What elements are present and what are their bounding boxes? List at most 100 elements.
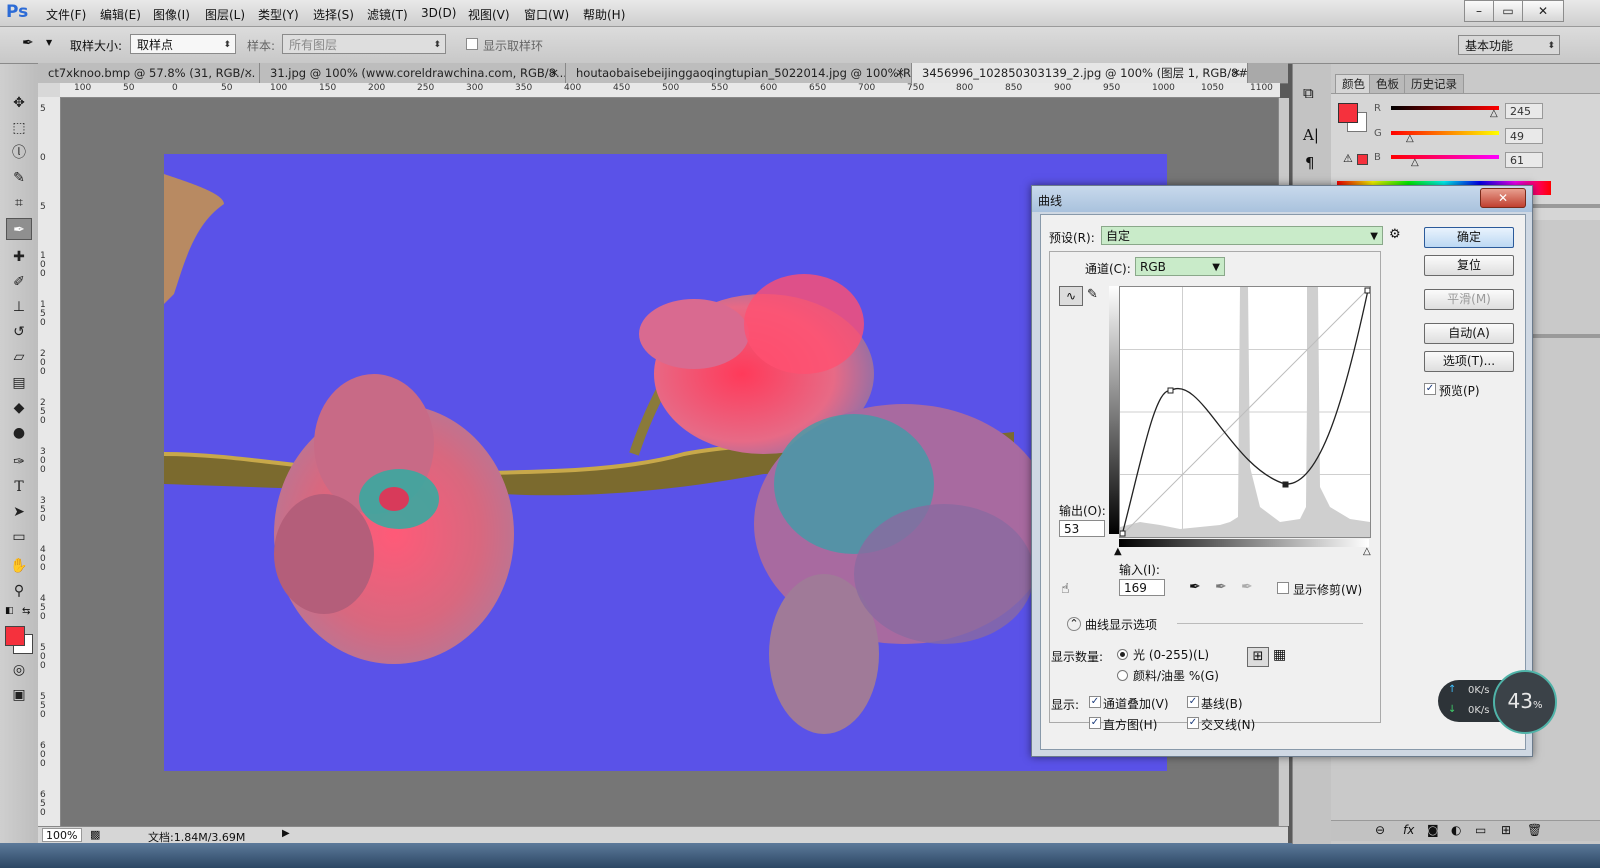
healing-brush-tool-icon[interactable]: ✚ <box>6 246 32 268</box>
g-field[interactable]: 49 <box>1505 128 1543 144</box>
white-point-slider-icon[interactable]: △ <box>1363 546 1371 557</box>
new-layer-icon[interactable]: ⊞ <box>1501 823 1511 837</box>
zoom-tool-icon[interactable]: ⚲ <box>6 580 32 602</box>
eraser-tool-icon[interactable]: ▱ <box>6 346 32 368</box>
tab-close-icon[interactable]: × <box>550 63 559 83</box>
warning-icon[interactable]: ⚠ <box>1343 152 1353 165</box>
show-ring-checkbox[interactable] <box>466 38 478 50</box>
r-field[interactable]: 245 <box>1505 103 1543 119</box>
quick-select-tool-icon[interactable]: ✎ <box>6 167 32 189</box>
stamp-tool-icon[interactable]: ⊥ <box>6 296 32 318</box>
panel-fg-swatch[interactable] <box>1338 103 1358 123</box>
output-field[interactable]: 53 <box>1059 520 1105 537</box>
preset-options-gear-icon[interactable]: ⚙ <box>1389 227 1401 242</box>
tab-color[interactable]: 颜色 <box>1335 74 1372 93</box>
pencil-tool-icon[interactable]: ✎ <box>1087 287 1098 302</box>
gray-eyedropper-icon[interactable]: ✒ <box>1215 579 1227 595</box>
curve-graph[interactable] <box>1119 286 1371 538</box>
eyedropper-icon[interactable]: ✒ <box>22 35 34 51</box>
preview-checkbox[interactable]: ✓ <box>1424 383 1436 395</box>
histogram-checkbox[interactable]: ✓ <box>1089 717 1101 729</box>
document-image[interactable] <box>164 154 1167 771</box>
screen-mode-icon[interactable]: ▣ <box>6 684 32 706</box>
dialog-titlebar[interactable]: 曲线 ✕ <box>1032 186 1532 212</box>
g-slider-thumb-icon[interactable]: △ <box>1406 133 1414 144</box>
tab-close-icon[interactable]: × <box>896 63 905 83</box>
menu-edit[interactable]: 编辑(E) <box>100 6 141 23</box>
memory-usage-badge[interactable]: 43% <box>1493 670 1557 734</box>
menu-help[interactable]: 帮助(H) <box>583 6 625 23</box>
show-clipping-checkbox[interactable] <box>1277 582 1289 594</box>
history-icon[interactable]: ⧉ <box>1303 84 1314 102</box>
preset-select[interactable]: 自定 ▼ <box>1101 226 1383 245</box>
curve-point-tool-icon[interactable]: ∿ <box>1059 286 1083 306</box>
pen-tool-icon[interactable]: ✑ <box>6 451 32 473</box>
black-point-slider-icon[interactable]: ▲ <box>1114 546 1122 557</box>
gamut-swatch[interactable] <box>1357 154 1368 165</box>
history-brush-tool-icon[interactable]: ↺ <box>6 321 32 343</box>
b-slider[interactable] <box>1391 155 1499 159</box>
on-image-adjust-hand-icon[interactable]: ☝ <box>1061 581 1070 597</box>
detailed-grid-icon[interactable]: ▦ <box>1273 647 1286 663</box>
smooth-button[interactable]: 平滑(M) <box>1424 289 1514 310</box>
folder-icon[interactable]: ▭ <box>1475 823 1486 837</box>
tab-document-4[interactable]: 3456996_102850303139_2.jpg @ 100% (图层 1,… <box>912 63 1248 83</box>
zoom-field[interactable]: 100% <box>42 828 82 842</box>
rectangle-tool-icon[interactable]: ▭ <box>6 526 32 548</box>
foreground-color-swatch[interactable] <box>5 626 25 646</box>
tab-history[interactable]: 历史记录 <box>1404 74 1464 93</box>
r-slider[interactable] <box>1391 106 1499 110</box>
baseline-checkbox[interactable]: ✓ <box>1187 696 1199 708</box>
options-button[interactable]: 选项(T)... <box>1424 351 1514 372</box>
b-slider-thumb-icon[interactable]: △ <box>1411 157 1419 168</box>
character-icon[interactable]: A| <box>1303 126 1319 144</box>
channel-overlay-checkbox[interactable]: ✓ <box>1089 696 1101 708</box>
menu-type[interactable]: 类型(Y) <box>258 6 299 23</box>
dodge-tool-icon[interactable]: ● <box>6 422 32 444</box>
default-colors-icon[interactable]: ◧ <box>5 606 14 616</box>
tab-document-3[interactable]: houtaobaisebeijinggaoqingtupian_5022014.… <box>566 63 912 83</box>
minimize-button[interactable]: – <box>1464 0 1494 22</box>
type-tool-icon[interactable]: T <box>6 476 32 498</box>
menu-image[interactable]: 图像(I) <box>153 6 190 23</box>
tool-preset-arrow-icon[interactable]: ▼ <box>46 38 52 47</box>
menu-select[interactable]: 选择(S) <box>313 6 354 23</box>
gradient-tool-icon[interactable]: ▤ <box>6 372 32 394</box>
trash-icon[interactable]: 🗑 <box>1527 823 1542 837</box>
move-tool-icon[interactable]: ✥ <box>6 92 32 114</box>
close-window-button[interactable]: ✕ <box>1522 0 1564 22</box>
adjustment-icon[interactable]: ◐ <box>1451 823 1461 837</box>
quick-mask-icon[interactable]: ◎ <box>6 659 32 681</box>
fx-icon[interactable]: fx <box>1403 823 1414 837</box>
input-field[interactable]: 169 <box>1119 579 1165 596</box>
link-layers-icon[interactable]: ⊖ <box>1375 823 1385 837</box>
brush-tool-icon[interactable]: ✐ <box>6 271 32 293</box>
b-field[interactable]: 61 <box>1505 152 1543 168</box>
sample-select[interactable]: 所有图层 ⬍ <box>282 34 446 54</box>
menu-filter[interactable]: 滤镜(T) <box>367 6 408 23</box>
paragraph-icon[interactable]: ¶ <box>1305 154 1315 172</box>
tab-document-2[interactable]: 31.jpg @ 100% (www.coreldrawchina.com, R… <box>260 63 566 83</box>
menu-3d[interactable]: 3D(D) <box>421 6 456 20</box>
dialog-close-button[interactable]: ✕ <box>1480 188 1526 208</box>
simple-grid-icon[interactable]: ⊞ <box>1247 647 1269 667</box>
sample-size-select[interactable]: 取样点 ⬍ <box>130 34 236 54</box>
menu-view[interactable]: 视图(V) <box>468 6 510 23</box>
blur-tool-icon[interactable]: ◆ <box>6 397 32 419</box>
r-slider-thumb-icon[interactable]: △ <box>1490 108 1498 119</box>
ok-button[interactable]: 确定 <box>1424 227 1514 248</box>
auto-button[interactable]: 自动(A) <box>1424 323 1514 344</box>
collapse-chevron-icon[interactable]: ⌃ <box>1067 617 1081 631</box>
menu-layer[interactable]: 图层(L) <box>205 6 245 23</box>
intersection-checkbox[interactable]: ✓ <box>1187 717 1199 729</box>
restore-button[interactable]: ▭ <box>1493 0 1523 22</box>
hand-tool-icon[interactable]: ✋ <box>6 555 32 577</box>
mask-icon[interactable]: ◙ <box>1427 823 1439 837</box>
white-eyedropper-icon[interactable]: ✒ <box>1241 579 1253 595</box>
workspace-select[interactable]: 基本功能 ⬍ <box>1458 35 1560 55</box>
tab-swatches[interactable]: 色板 <box>1369 74 1406 93</box>
tab-document-1[interactable]: ct7xknoo.bmp @ 57.8% (31, RGB/... × <box>38 63 260 83</box>
channel-select[interactable]: RGB ▼ <box>1135 257 1225 276</box>
swap-colors-icon[interactable]: ⇆ <box>22 606 30 617</box>
tab-close-icon[interactable]: × <box>244 63 253 83</box>
